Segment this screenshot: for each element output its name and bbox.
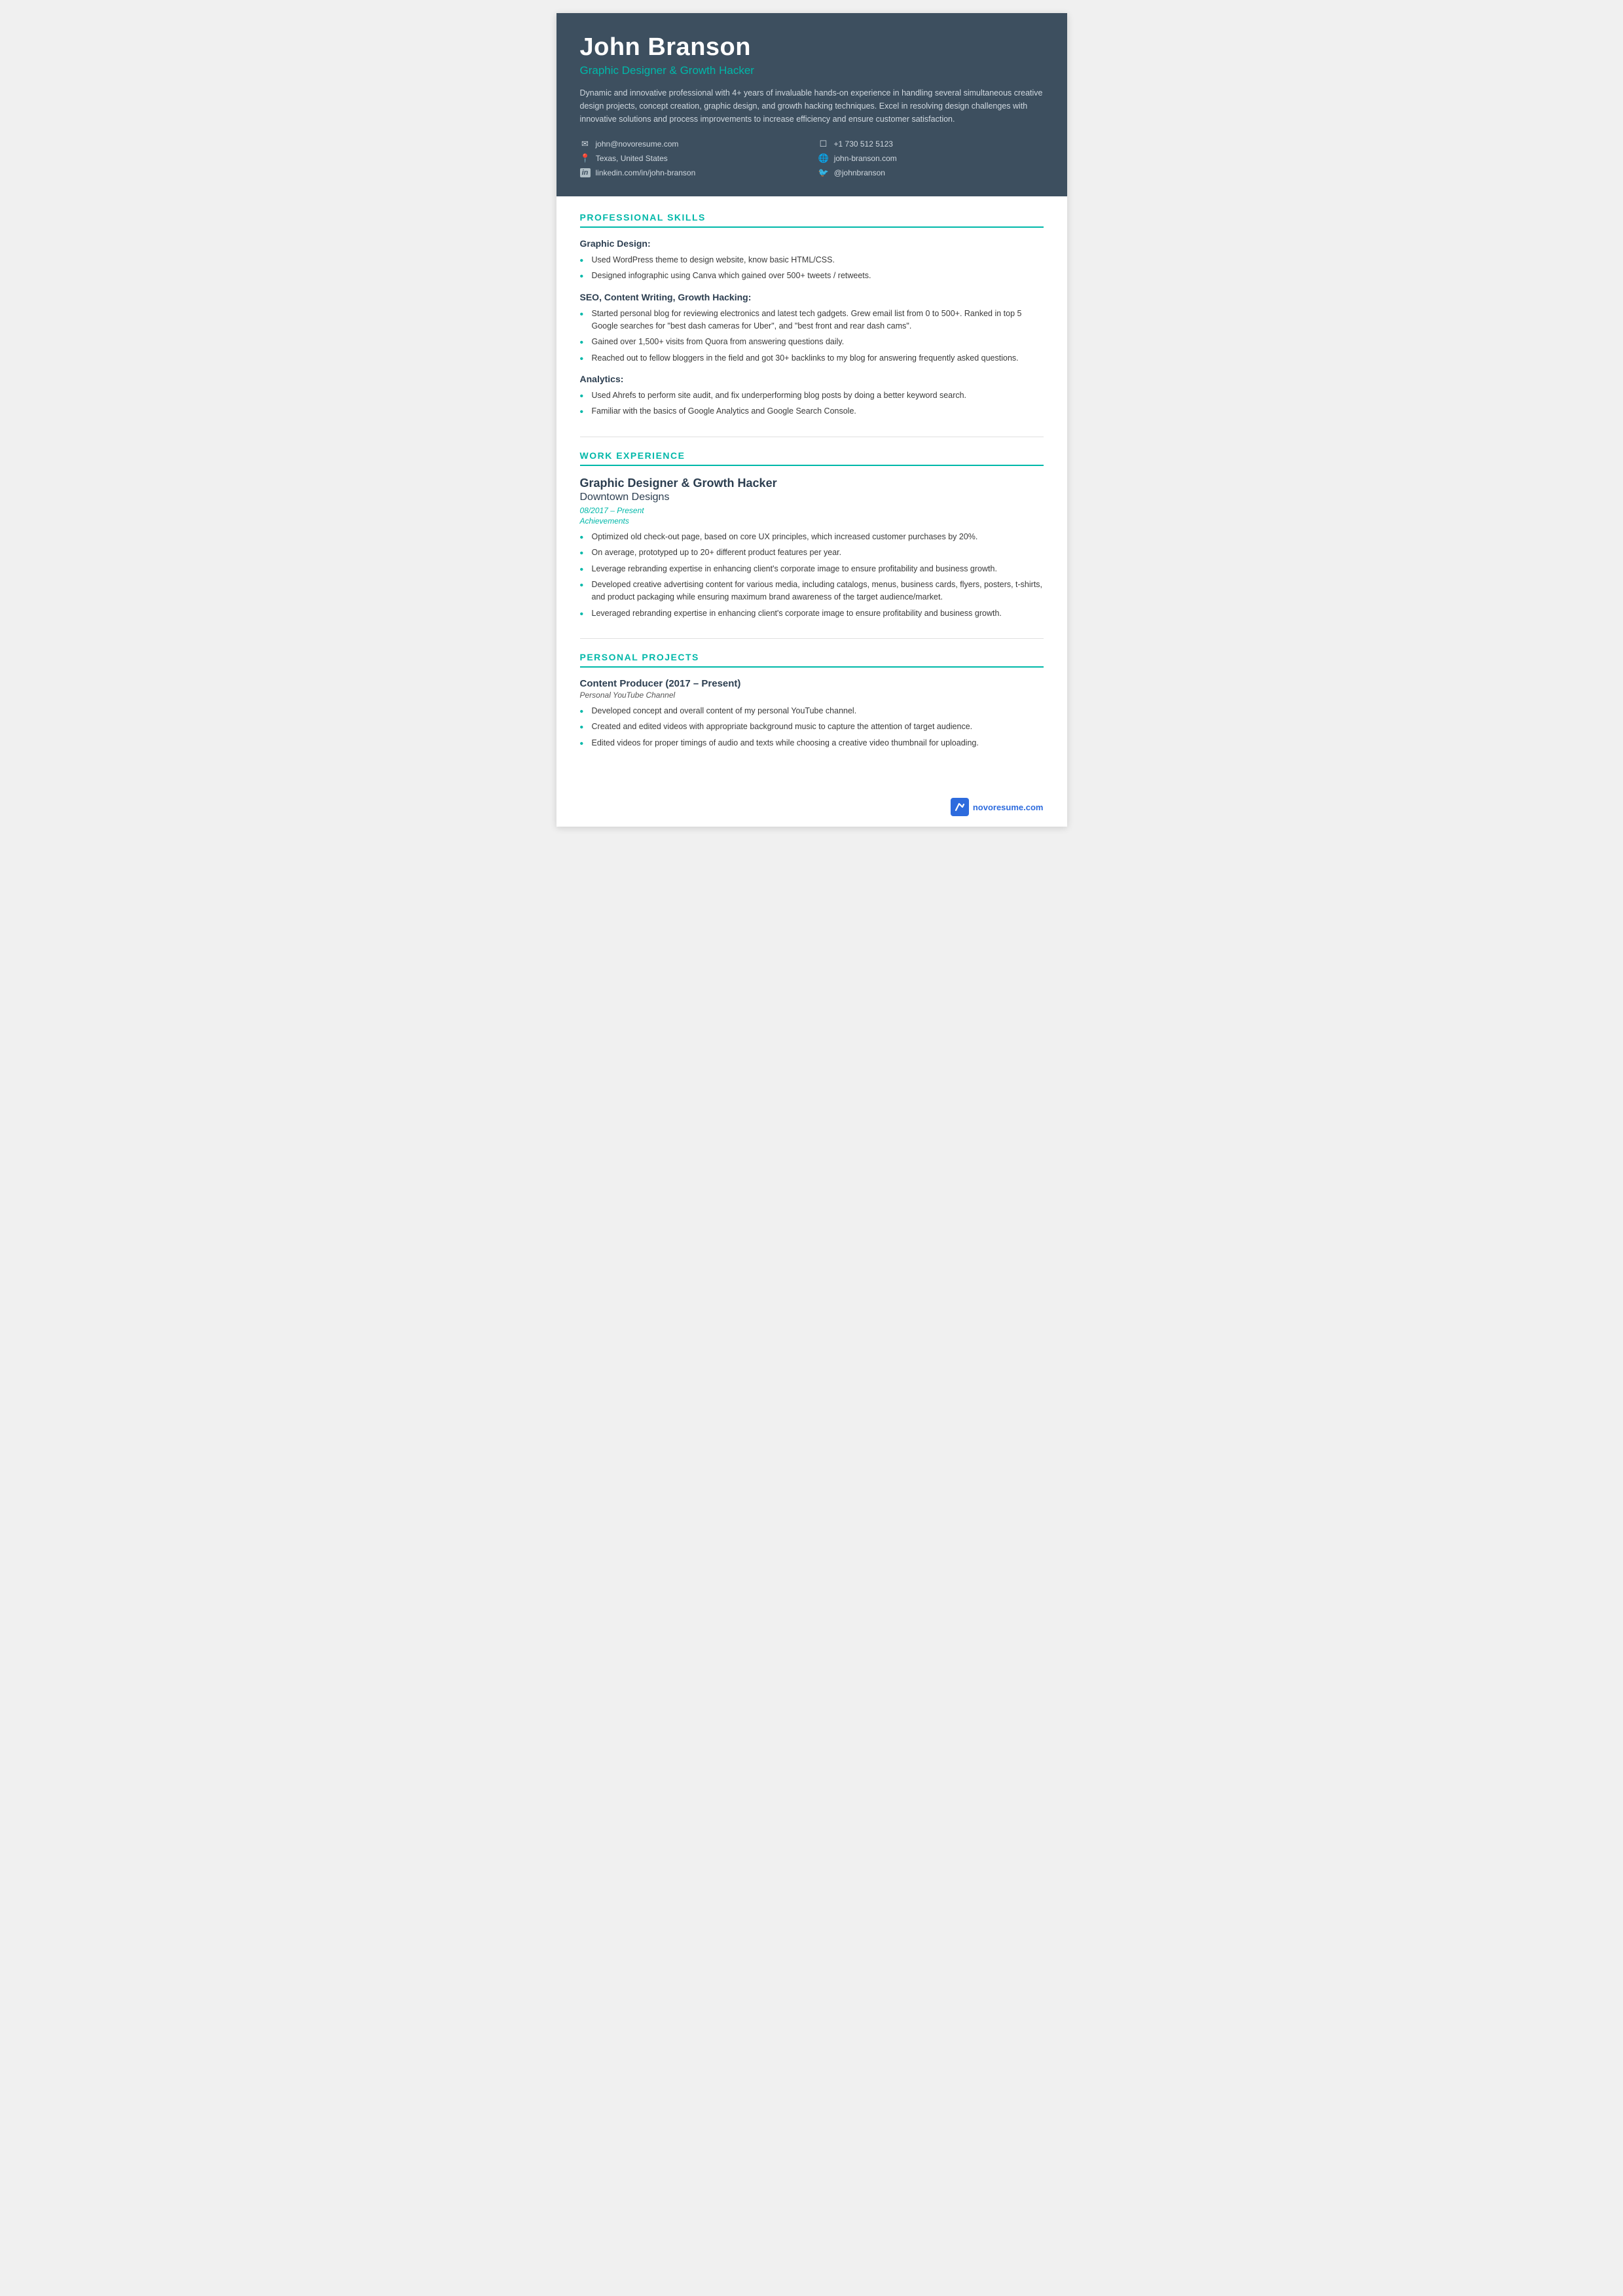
graphic-design-bullets: Used WordPress theme to design website, … <box>580 254 1044 283</box>
twitter-text: @johnbranson <box>834 168 885 177</box>
job-bullets: Optimized old check-out page, based on c… <box>580 531 1044 620</box>
candidate-title: Graphic Designer & Growth Hacker <box>580 64 1044 77</box>
contact-location: 📍 Texas, United States <box>580 153 805 164</box>
bullet-item: Leveraged rebranding expertise in enhanc… <box>580 607 1044 620</box>
seo-bullets: Started personal blog for reviewing elec… <box>580 308 1044 365</box>
bullet-item: Used WordPress theme to design website, … <box>580 254 1044 266</box>
phone-icon: ☐ <box>818 139 829 149</box>
bullet-item: Gained over 1,500+ visits from Quora fro… <box>580 336 1044 348</box>
linkedin-icon: in <box>580 168 591 177</box>
phone-text: +1 730 512 5123 <box>834 139 893 149</box>
location-icon: 📍 <box>580 153 591 164</box>
personal-projects-title: PERSONAL PROJECTS <box>580 652 1044 668</box>
candidate-name: John Branson <box>580 34 1044 62</box>
professional-skills-title: PROFESSIONAL SKILLS <box>580 212 1044 228</box>
bullet-item: Leverage rebranding expertise in enhanci… <box>580 563 1044 575</box>
bullet-item: Used Ahrefs to perform site audit, and f… <box>580 389 1044 402</box>
job-date: 08/2017 – Present <box>580 506 1044 515</box>
bullet-item: Created and edited videos with appropria… <box>580 721 1044 733</box>
resume-document: John Branson Graphic Designer & Growth H… <box>556 13 1067 827</box>
contact-website: 🌐 john-branson.com <box>818 153 1044 164</box>
job-title: Graphic Designer & Growth Hacker <box>580 476 1044 490</box>
company-name: Downtown Designs <box>580 492 1044 503</box>
linkedin-text: linkedin.com/in/john-branson <box>596 168 696 177</box>
analytics-title: Analytics: <box>580 374 1044 384</box>
project-bullets: Developed concept and overall content of… <box>580 705 1044 749</box>
footer: novoresume.com <box>556 791 1067 827</box>
achievements-label: Achievements <box>580 516 1044 526</box>
website-text: john-branson.com <box>834 154 897 163</box>
bullet-item: Developed creative advertising content f… <box>580 579 1044 604</box>
bullet-item: Developed concept and overall content of… <box>580 705 1044 717</box>
contact-email: ✉ john@novoresume.com <box>580 139 805 149</box>
professional-skills-section: PROFESSIONAL SKILLS Graphic Design: Used… <box>580 212 1044 418</box>
contact-linkedin: in linkedin.com/in/john-branson <box>580 168 805 178</box>
graphic-design-title: Graphic Design: <box>580 238 1044 249</box>
seo-subsection: SEO, Content Writing, Growth Hacking: St… <box>580 292 1044 365</box>
project-title: Content Producer (2017 – Present) <box>580 678 1044 689</box>
personal-projects-section: PERSONAL PROJECTS Content Producer (2017… <box>580 652 1044 749</box>
bullet-item: On average, prototyped up to 20+ differe… <box>580 547 1044 559</box>
email-icon: ✉ <box>580 139 591 149</box>
bullet-item: Optimized old check-out page, based on c… <box>580 531 1044 543</box>
main-content: PROFESSIONAL SKILLS Graphic Design: Used… <box>556 196 1067 791</box>
project-subtitle: Personal YouTube Channel <box>580 691 1044 700</box>
analytics-bullets: Used Ahrefs to perform site audit, and f… <box>580 389 1044 418</box>
header-section: John Branson Graphic Designer & Growth H… <box>556 13 1067 196</box>
project-item: Content Producer (2017 – Present) Person… <box>580 678 1044 749</box>
graphic-design-subsection: Graphic Design: Used WordPress theme to … <box>580 238 1044 283</box>
location-text: Texas, United States <box>596 154 668 163</box>
contact-twitter: 🐦 @johnbranson <box>818 168 1044 178</box>
logo-icon <box>951 798 969 816</box>
work-job-item: Graphic Designer & Growth Hacker Downtow… <box>580 476 1044 620</box>
analytics-subsection: Analytics: Used Ahrefs to perform site a… <box>580 374 1044 418</box>
bullet-item: Familiar with the basics of Google Analy… <box>580 405 1044 418</box>
contact-phone: ☐ +1 730 512 5123 <box>818 139 1044 149</box>
logo-text: novoresume.com <box>973 802 1044 812</box>
bullet-item: Edited videos for proper timings of audi… <box>580 737 1044 749</box>
novoresume-logo: novoresume.com <box>951 798 1044 816</box>
bullet-item: Designed infographic using Canva which g… <box>580 270 1044 282</box>
contact-grid: ✉ john@novoresume.com ☐ +1 730 512 5123 … <box>580 139 1044 178</box>
work-experience-title: WORK EXPERIENCE <box>580 450 1044 466</box>
work-experience-section: WORK EXPERIENCE Graphic Designer & Growt… <box>580 450 1044 620</box>
email-text: john@novoresume.com <box>596 139 679 149</box>
seo-title: SEO, Content Writing, Growth Hacking: <box>580 292 1044 302</box>
bullet-item: Started personal blog for reviewing elec… <box>580 308 1044 333</box>
twitter-icon: 🐦 <box>818 168 829 178</box>
website-icon: 🌐 <box>818 153 829 164</box>
candidate-summary: Dynamic and innovative professional with… <box>580 86 1044 126</box>
bullet-item: Reached out to fellow bloggers in the fi… <box>580 352 1044 365</box>
